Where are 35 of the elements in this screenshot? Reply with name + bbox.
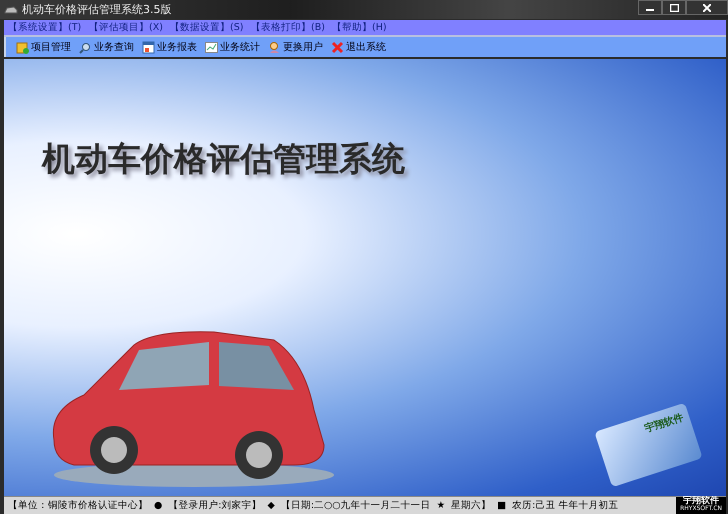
status-text: 【单位：铜陵市价格认证中心】 <box>8 499 148 512</box>
menu-item[interactable]: 【数据设置】(S) <box>166 21 247 34</box>
maximize-icon <box>670 4 678 12</box>
report-icon <box>142 40 155 54</box>
card-label: 宇翔软件 <box>642 411 685 434</box>
status-text: 【日期:二○○九年十一月二十一日 <box>280 499 431 512</box>
maximize-button[interactable] <box>662 0 686 15</box>
menu-item[interactable]: 【表格打印】(B) <box>247 21 328 34</box>
toolbar-button[interactable]: 更换用户 <box>266 40 325 54</box>
toolbar-button[interactable]: 业务查询 <box>77 40 136 54</box>
status-text: 农历:己丑 牛年十月初五 <box>512 499 618 512</box>
toolbar-button[interactable]: 项目管理 <box>14 40 73 54</box>
status-text: ● <box>154 500 162 511</box>
minimize-button[interactable] <box>638 0 662 15</box>
status-text: ◆ <box>268 500 275 511</box>
toolbar-button[interactable]: 业务报表 <box>140 40 199 54</box>
menu-item[interactable]: 【评估项目】(X) <box>85 21 166 34</box>
logo-name: 宇翔软件 <box>683 497 720 506</box>
close-button[interactable] <box>686 0 728 15</box>
user-icon <box>268 40 281 54</box>
close-icon <box>331 40 344 54</box>
close-icon <box>703 4 711 12</box>
menu-item[interactable]: 【系统设置】(T) <box>4 21 85 34</box>
menu-item[interactable]: 【帮助】(H) <box>328 21 409 34</box>
window-title: 机动车价格评估管理系统3.5版 <box>22 2 172 17</box>
status-text: ■ <box>497 500 506 511</box>
car-icon <box>4 4 18 14</box>
status-text: ★ <box>436 500 446 511</box>
chart-icon <box>205 40 218 54</box>
toolbar-button[interactable]: 退出系统 <box>329 40 388 54</box>
status-text: 【登录用户:刘家宇】 <box>168 499 262 512</box>
toolbar-button[interactable]: 业务统计 <box>203 40 262 54</box>
banner-title: 机动车价格评估管理系统 <box>42 138 406 180</box>
search-icon <box>79 40 92 54</box>
status-text: 星期六】 <box>451 499 492 512</box>
